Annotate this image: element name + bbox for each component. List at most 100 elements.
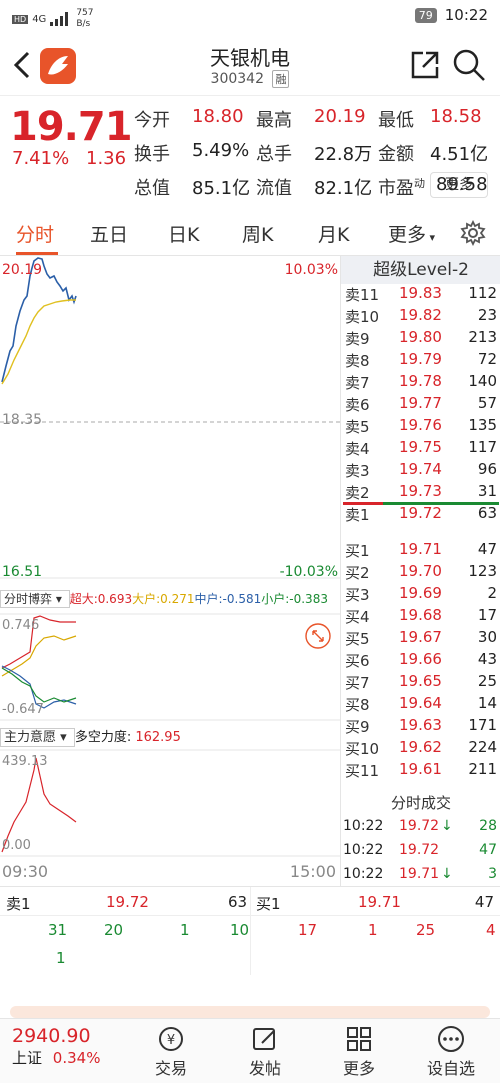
ask-row[interactable]: 卖2 19.73 31	[341, 480, 500, 502]
stock-code: 300342	[210, 71, 264, 87]
nav-more[interactable]: 更多	[324, 1025, 394, 1079]
bid-row[interactable]: 买1 19.71 47	[341, 538, 500, 560]
order-price: 19.73	[399, 482, 442, 500]
ask-row[interactable]: 卖8 19.79 72	[341, 348, 500, 370]
share-icon[interactable]	[410, 50, 440, 80]
bid-row[interactable]: 买9 19.63 171	[341, 714, 500, 736]
status-bar: HD 4G 757 B/s 79 10:22	[0, 0, 500, 34]
ask-row[interactable]: 卖9 19.80 213	[341, 326, 500, 348]
expand-icon[interactable]	[304, 622, 332, 650]
caret-down-icon: ▾	[56, 730, 67, 745]
order-price: 19.76	[399, 416, 442, 434]
chart-high-price: 20.19	[2, 262, 43, 278]
ask-row[interactable]: 卖4 19.75 117	[341, 436, 500, 458]
bid-row[interactable]: 买6 19.66 43	[341, 648, 500, 670]
buy-queue-item: 4	[486, 921, 496, 939]
promo-banner[interactable]	[10, 1006, 490, 1018]
bid-row[interactable]: 买2 19.70 123	[341, 560, 500, 582]
ask-row[interactable]: 卖6 19.77 57	[341, 392, 500, 414]
buy-queue-item: 17	[298, 921, 318, 939]
settings-gear-icon[interactable]	[460, 220, 486, 246]
level1-summary: 卖1 19.72 63 买1 19.71 47 31 20 1 10 1 17 …	[0, 886, 500, 976]
boyi-selector[interactable]: 分时博弈 ▾	[0, 590, 70, 608]
index-widget[interactable]: 2940.90 上证 0.34%	[12, 1025, 112, 1068]
nav-trade-label: 交易	[154, 1059, 187, 1078]
quote-value: 20.19	[314, 106, 366, 127]
trade-time: 10:22	[343, 866, 384, 882]
trade-price: 19.71	[399, 866, 440, 882]
time-start: 09:30	[2, 862, 49, 881]
bid-row[interactable]: 买5 19.67 30	[341, 626, 500, 648]
order-volume: 211	[468, 760, 497, 778]
quote-label: 流值	[256, 178, 292, 199]
main-force-label: 主力意愿	[4, 730, 57, 745]
quote-label: 今开	[134, 110, 170, 131]
trades-title[interactable]: 分时成交	[341, 792, 500, 813]
boyi-legend: 超大:0.693大户:0.271中户:-0.581小户:-0.383	[70, 592, 328, 606]
network-label: 4G	[32, 13, 47, 25]
tab-monthly-k[interactable]: 月K	[318, 220, 349, 247]
ask-row[interactable]: 卖3 19.74 96	[341, 458, 500, 480]
ask-row[interactable]: 卖11 19.83 112	[341, 282, 500, 304]
ask-row[interactable]: 卖5 19.76 135	[341, 414, 500, 436]
order-level-label: 买9	[345, 718, 370, 736]
nav-add-watchlist-label: 设自选	[426, 1059, 475, 1078]
bid-row[interactable]: 买7 19.65 25	[341, 670, 500, 692]
order-level-label: 买7	[345, 674, 370, 692]
more-dots-icon	[438, 1026, 464, 1052]
main-force-selector[interactable]: 主力意愿 ▾	[0, 728, 75, 747]
ask-row[interactable]: 卖1 19.72 63	[341, 502, 500, 524]
tab-intraday[interactable]: 分时	[16, 220, 54, 247]
search-icon[interactable]	[452, 48, 486, 82]
order-volume: 43	[477, 650, 497, 668]
order-level-label: 买8	[345, 696, 370, 714]
order-volume: 30	[477, 628, 497, 646]
order-book: 超级Level-2 卖11 19.83 112 卖10 19.82 23 卖9 19.80 21…	[340, 256, 500, 886]
buy1-label: 买1	[256, 895, 281, 913]
nav-trade[interactable]: ¥ 交易	[136, 1025, 206, 1079]
trade-price: 19.72	[399, 842, 440, 858]
tab-more[interactable]: 更多 ▾	[388, 220, 435, 247]
order-level-label: 买3	[345, 586, 370, 604]
ask-row[interactable]: 卖7 19.78 140	[341, 370, 500, 392]
ask-row[interactable]: 卖10 19.82 23	[341, 304, 500, 326]
trade-volume: 47	[479, 842, 497, 858]
clock: 10:22	[444, 6, 488, 24]
bid-row[interactable]: 买8 19.64 14	[341, 692, 500, 714]
trade-volume: 28	[479, 818, 497, 834]
order-level-label: 卖2	[345, 484, 370, 502]
order-price: 19.74	[399, 460, 442, 478]
chart-high-pct: 10.03%	[284, 262, 338, 278]
tab-five-day[interactable]: 五日	[90, 220, 128, 247]
main-force-header: 主力意愿 ▾ 多空力度: 162.95	[0, 726, 340, 748]
level2-title[interactable]: 超级Level-2	[341, 256, 500, 284]
force-value: 162.95	[135, 730, 181, 745]
order-volume: 112	[468, 284, 497, 302]
hd-icon: HD	[12, 14, 29, 24]
caret-down-icon: ▾	[52, 592, 62, 606]
order-price: 19.80	[399, 328, 442, 346]
nav-add-watchlist[interactable]: 设自选	[416, 1025, 486, 1079]
sell1-label: 卖1	[6, 895, 31, 913]
quote-label: 市盈动	[378, 177, 425, 199]
order-volume: 57	[477, 394, 497, 412]
bid-row[interactable]: 买3 19.69 2	[341, 582, 500, 604]
order-price: 19.64	[399, 694, 442, 712]
chart-low-pct: -10.03%	[279, 564, 338, 580]
more-quote-button[interactable]: 更多	[430, 172, 488, 198]
order-price: 19.69	[399, 584, 442, 602]
chart-mid-price: 18.35	[2, 412, 43, 428]
tab-daily-k[interactable]: 日K	[168, 220, 199, 247]
bid-row[interactable]: 买4 19.68 17	[341, 604, 500, 626]
quote-label: 换手	[134, 144, 170, 165]
battery-icon: 79	[414, 7, 437, 23]
order-volume: 63	[477, 504, 497, 522]
intraday-chart-area[interactable]: 20.19 10.03% 18.35 16.51 -10.03% 分时博弈 ▾ …	[0, 256, 340, 886]
nav-post[interactable]: 发帖	[230, 1025, 300, 1079]
order-level-label: 卖10	[345, 308, 380, 326]
bid-row[interactable]: 买10 19.62 224	[341, 736, 500, 758]
order-level-label: 买4	[345, 608, 370, 626]
tab-weekly-k[interactable]: 周K	[242, 220, 273, 247]
bid-row[interactable]: 买11 19.61 211	[341, 758, 500, 780]
quote-value: 85.1亿	[192, 178, 251, 199]
